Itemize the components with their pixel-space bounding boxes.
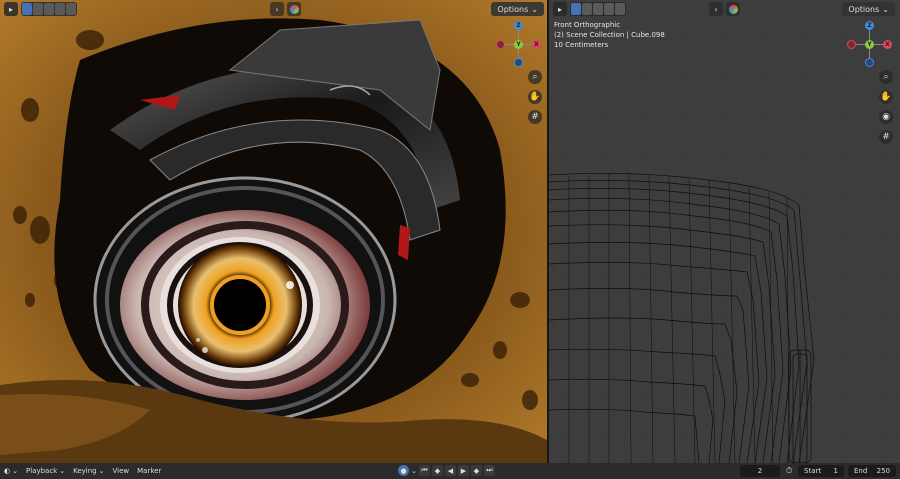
gizmo-neg-z-axis[interactable] (865, 58, 874, 67)
shading-mode-button[interactable] (287, 2, 301, 16)
playback-controls: ● ⌄ ⏮ ◆ ◀ ▶ ◆ ⏭ (398, 465, 495, 476)
end-frame-field[interactable]: End 250 (848, 465, 896, 477)
right-nav-tools: ⌕ ✋ ◉ # (879, 70, 893, 144)
play-reverse-icon: ◀ (447, 466, 454, 475)
timeline-editor-type-button[interactable]: ◐ ⌄ (0, 467, 22, 475)
selection-mode-group (570, 2, 626, 16)
record-icon: ● (400, 466, 407, 475)
overlay-arrow-button[interactable]: › (270, 2, 284, 16)
next-keyframe-button[interactable]: ◆ (471, 465, 482, 476)
current-frame-field[interactable]: 2 (740, 465, 780, 477)
select-mode-extend-button[interactable] (582, 3, 592, 15)
chevron-down-icon: ⌄ (12, 467, 18, 475)
keying-menu-label: Keying (73, 467, 97, 475)
gizmo-y-axis[interactable]: Y (514, 40, 523, 49)
view-menu[interactable]: View (108, 467, 133, 475)
select-mode-extend-button[interactable] (33, 3, 43, 15)
play-icon: ▶ (460, 466, 467, 475)
left-center-tools: › (270, 2, 301, 16)
selection-mode-group (21, 2, 77, 16)
start-label: Start (804, 467, 822, 475)
grid-toggle-icon[interactable]: # (528, 110, 542, 124)
playback-menu-label: Playback (25, 467, 58, 475)
gizmo-neg-z-axis[interactable] (514, 58, 523, 67)
viewport-info-overlay: Front Orthographic (2) Scene Collection … (554, 20, 665, 50)
select-mode-intersect-button[interactable] (615, 3, 625, 15)
play-reverse-button[interactable]: ◀ (445, 465, 456, 476)
end-label: End (854, 467, 868, 475)
select-mode-new-button[interactable] (22, 3, 32, 15)
start-frame-field[interactable]: Start 1 (798, 465, 844, 477)
blender-window: ▸ › Options ⌄ Z Y X ⌕ ✋ # ▸ › Options ⌄ … (0, 0, 900, 479)
marker-menu[interactable]: Marker (133, 467, 165, 475)
render-viewport[interactable]: ▸ › Options ⌄ Z Y X ⌕ ✋ # (0, 0, 547, 463)
gizmo-y-axis[interactable]: Y (865, 40, 874, 49)
gizmo-neg-x-axis[interactable] (847, 40, 856, 49)
next-keyframe-icon: ◆ (473, 466, 480, 475)
left-options-dropdown[interactable]: Options ⌄ (491, 2, 544, 16)
material-sphere-icon (728, 4, 738, 14)
view-name-text: Front Orthographic (554, 21, 621, 29)
jump-start-button[interactable]: ⏮ (419, 465, 430, 476)
right-options-label: Options (848, 4, 880, 14)
gizmo-z-axis[interactable]: Z (514, 21, 523, 30)
shading-mode-button[interactable] (726, 2, 740, 16)
chevron-right-icon: › (714, 4, 718, 14)
select-mode-subtract-button[interactable] (593, 3, 603, 15)
zoom-icon[interactable]: ⌕ (528, 70, 542, 84)
chevron-down-icon[interactable]: ⌄ (411, 465, 417, 476)
gizmo-z-axis[interactable]: Z (865, 21, 874, 30)
eye-render-image (0, 0, 547, 463)
prev-keyframe-button[interactable]: ◆ (432, 465, 443, 476)
pan-hand-icon[interactable]: ✋ (879, 90, 893, 104)
chevron-down-icon: ⌄ (59, 467, 66, 475)
zoom-icon[interactable]: ⌕ (879, 70, 893, 84)
camera-view-icon[interactable]: ◉ (879, 110, 893, 124)
select-mode-subtract-button[interactable] (44, 3, 54, 15)
stopwatch-icon[interactable]: ⏱ (786, 466, 792, 476)
material-sphere-icon (289, 4, 299, 14)
wireframe-viewport[interactable]: ▸ › Options ⌄ Front Orthographic (2) Sce… (549, 0, 900, 463)
right-options-dropdown[interactable]: Options ⌄ (842, 2, 895, 16)
right-navigation-gizmo[interactable]: Z Y X (846, 20, 896, 70)
chevron-down-icon: ⌄ (531, 4, 538, 14)
select-mode-new-button[interactable] (571, 3, 581, 15)
left-options-label: Options (497, 4, 529, 14)
jump-end-button[interactable]: ⏭ (484, 465, 495, 476)
clock-icon: ◐ (4, 467, 11, 475)
grid-toggle-icon[interactable]: # (879, 130, 893, 144)
right-center-tools: › (709, 2, 740, 16)
gizmo-x-axis[interactable]: X (532, 40, 541, 49)
auto-keying-record-button[interactable]: ● (398, 465, 409, 476)
scale-info-text: 10 Centimeters (554, 41, 609, 49)
left-nav-tools: ⌕ ✋ # (528, 70, 542, 124)
start-value: 1 (833, 467, 838, 475)
jump-end-icon: ⏭ (486, 466, 493, 474)
overlay-arrow-button[interactable]: › (709, 2, 723, 16)
play-button[interactable]: ▶ (458, 465, 469, 476)
end-value: 250 (876, 467, 890, 475)
prev-keyframe-icon: ◆ (434, 466, 441, 475)
gizmo-x-axis[interactable]: X (883, 40, 892, 49)
view3d-icon: ▸ (8, 4, 13, 14)
gizmo-neg-x-axis[interactable] (496, 40, 505, 49)
left-navigation-gizmo[interactable]: Z Y X (495, 20, 545, 70)
chevron-down-icon: ⌄ (98, 467, 105, 475)
playback-menu[interactable]: Playback ⌄ (22, 467, 69, 475)
collection-info-text: (2) Scene Collection | Cube.098 (554, 31, 665, 39)
select-mode-invert-button[interactable] (604, 3, 614, 15)
select-mode-invert-button[interactable] (55, 3, 65, 15)
chevron-right-icon: › (275, 4, 279, 14)
editor-type-button[interactable]: ▸ (553, 2, 567, 16)
select-mode-intersect-button[interactable] (66, 3, 76, 15)
timeline-header: ◐ ⌄ Playback ⌄ Keying ⌄ View Marker ● ⌄ … (0, 463, 900, 479)
pan-hand-icon[interactable]: ✋ (528, 90, 542, 104)
chevron-down-icon: ⌄ (882, 4, 889, 14)
editor-type-button[interactable]: ▸ (4, 2, 18, 16)
left-viewport-header: ▸ › (0, 0, 547, 18)
jump-start-icon: ⏮ (421, 466, 428, 474)
keying-menu[interactable]: Keying ⌄ (69, 467, 108, 475)
view3d-icon: ▸ (557, 4, 562, 14)
